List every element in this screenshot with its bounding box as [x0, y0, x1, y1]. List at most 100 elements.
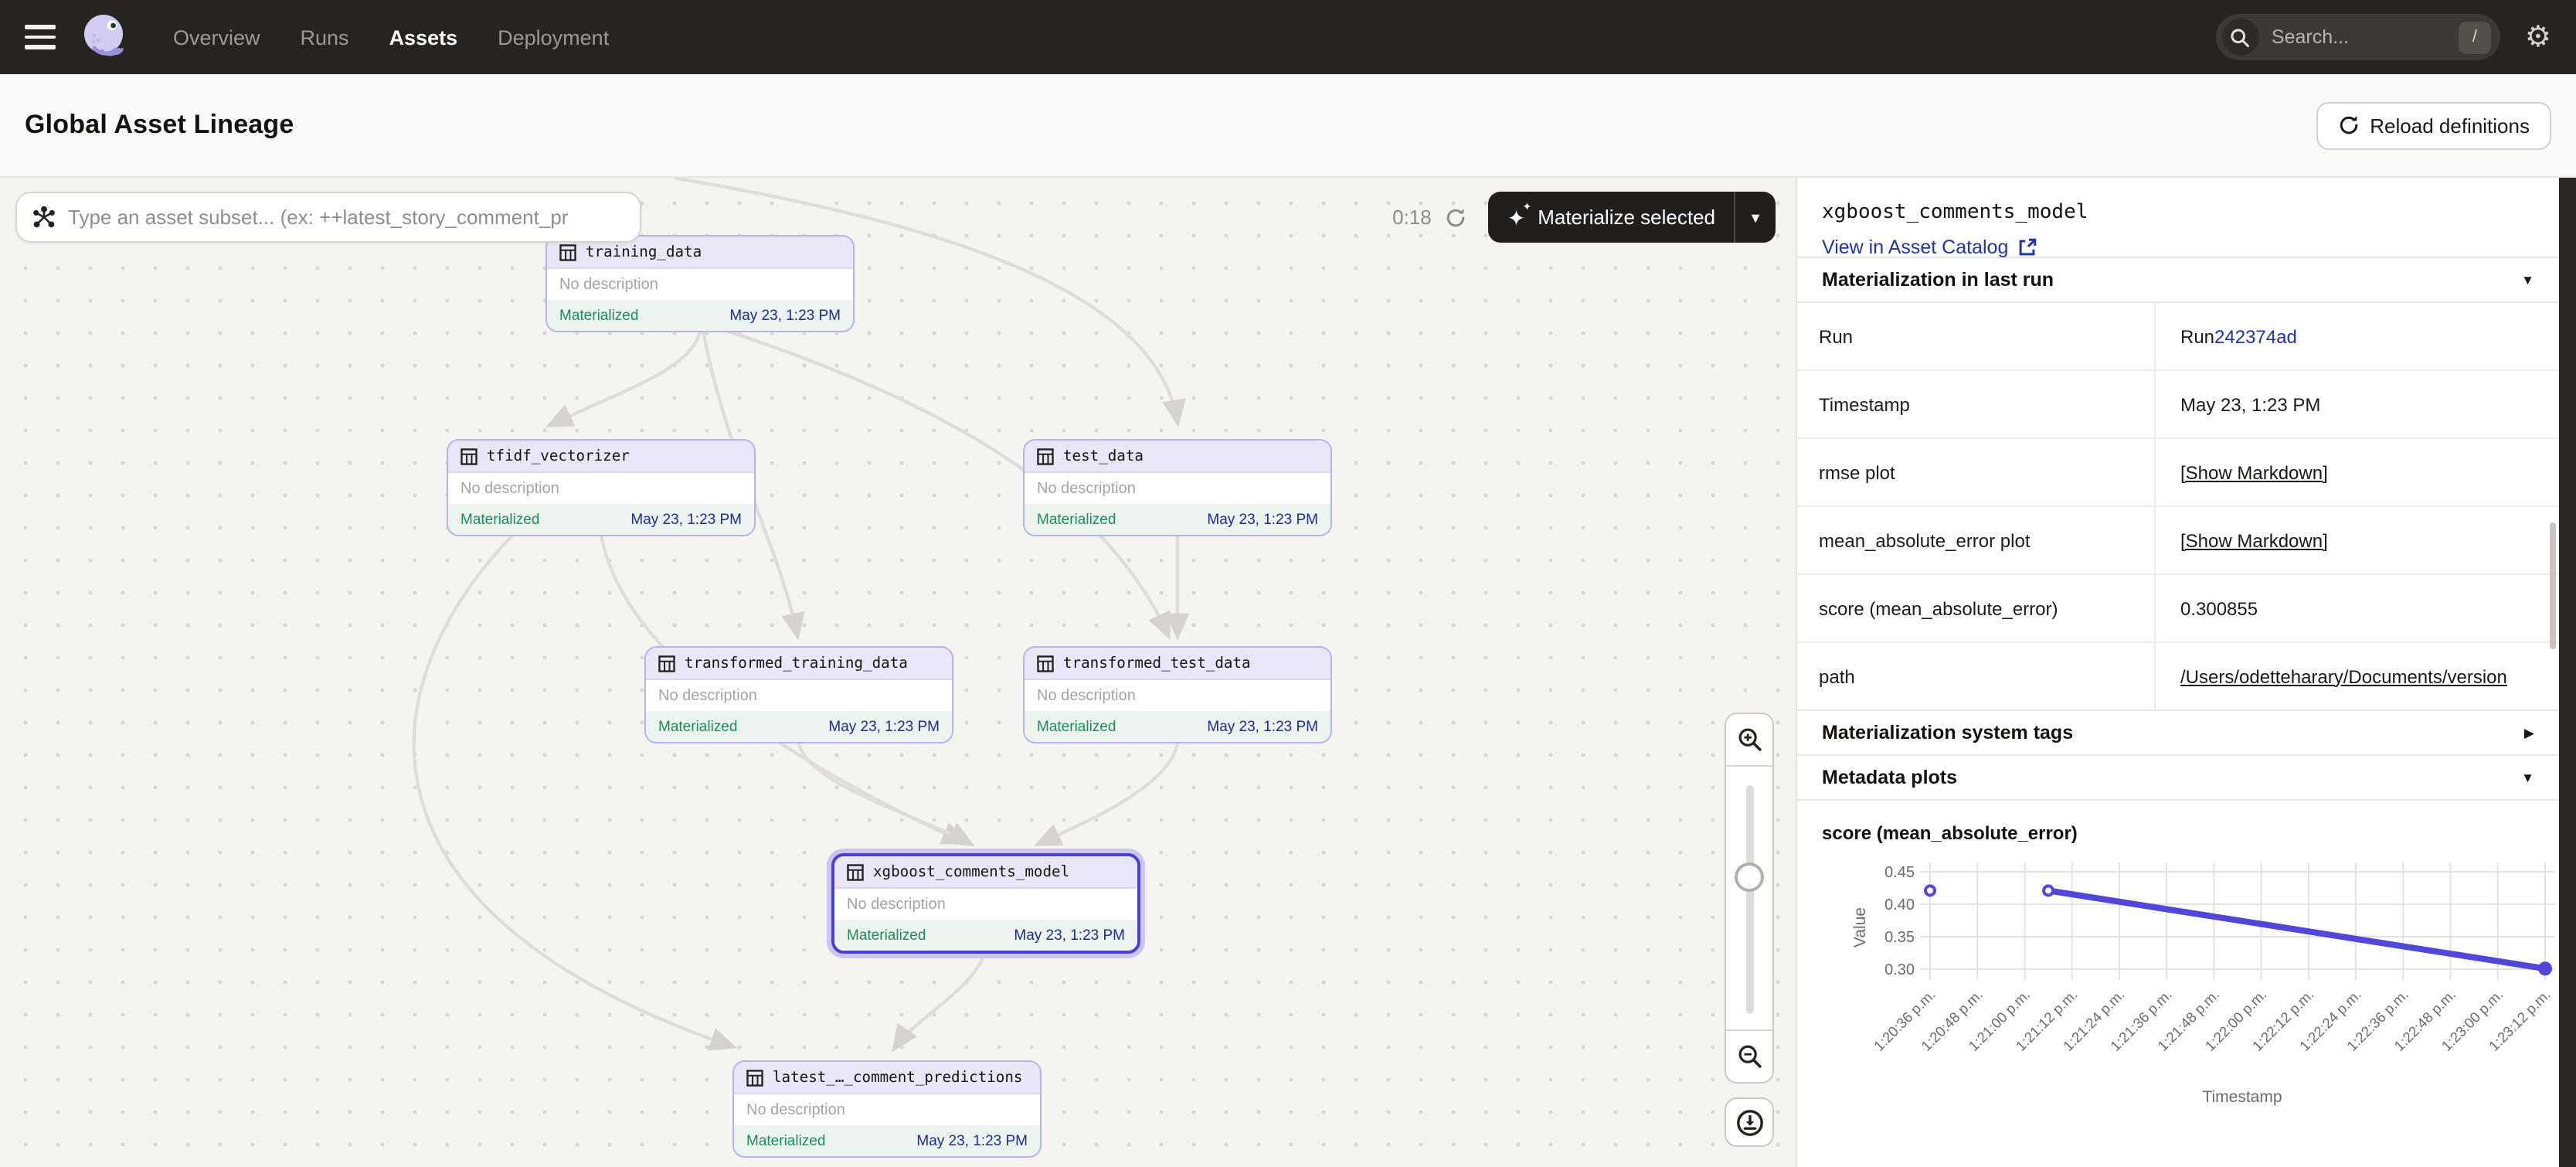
zoom-slider[interactable] [1726, 765, 1772, 1031]
asset-name: xgboost_comments_model [1797, 178, 2559, 224]
table-icon [847, 863, 864, 880]
view-in-asset-catalog-link[interactable]: View in Asset Catalog [1797, 224, 2559, 258]
chart-title: score (mean_absolute_error) [1797, 801, 2559, 850]
asset-node-test_data[interactable]: test_data No description Materialized May 2… [1023, 439, 1332, 536]
run-id-link[interactable]: 242374ad [2214, 325, 2297, 347]
asset-graph-canvas[interactable]: training_data No description Materialized M… [0, 178, 1796, 1167]
metadata-link[interactable]: [Show Markdown] [2180, 461, 2328, 483]
materialized-status: Materialized [1037, 718, 1116, 735]
materialized-status: Materialized [1037, 511, 1116, 528]
asset-node-xgboost_comments_model[interactable]: xgboost_comments_modelNo descriptionMate… [831, 853, 1140, 954]
metadata-row-timestamp: TimestampMay 23, 1:23 PM [1797, 371, 2559, 439]
materialized-status: Materialized [658, 718, 737, 735]
metadata-label: Run [1797, 303, 2156, 369]
zoom-out-button[interactable] [1726, 1031, 1772, 1082]
metadata-value: /Users/odetteharary/Documents/version [2156, 643, 2559, 709]
asset-query-input[interactable]: Type an asset subset... (ex: ++latest_st… [15, 192, 641, 243]
op-selection-icon [32, 206, 56, 229]
metadata-link[interactable]: [Show Markdown] [2180, 529, 2328, 551]
svg-text:Value: Value [1851, 907, 1869, 948]
metadata-row-run: RunRun 242374ad [1797, 303, 2559, 371]
table-icon [460, 447, 477, 464]
asset-node-tfidf_vectorizer[interactable]: tfidf_vectorizer No description Materializ… [447, 439, 756, 536]
refresh-timer-icon[interactable] [1446, 206, 1467, 228]
page-header: Global Asset Lineage Reload definitions [0, 74, 2576, 178]
svg-text:0.45: 0.45 [1884, 864, 1915, 881]
svg-text:0.35: 0.35 [1884, 929, 1915, 946]
asset-node-name: transformed_training_data [685, 655, 908, 672]
asset-details-panel: xgboost_comments_model View in Asset Cat… [1796, 178, 2559, 1167]
chevron-down-icon[interactable]: ▼ [2521, 770, 2534, 785]
materialize-selected-button[interactable]: ✦✦ Materialize selected ▼ [1489, 192, 1776, 243]
metadata-value: Run 242374ad [2156, 303, 2559, 369]
zoom-slider-handle[interactable] [1735, 862, 1764, 892]
nav-item-deployment[interactable]: Deployment [498, 26, 609, 49]
materialized-timestamp[interactable]: May 23, 1:23 PM [1207, 718, 1318, 735]
materialize-dropdown-caret[interactable]: ▼ [1735, 209, 1776, 225]
metadata-row-path: path/Users/odetteharary/Documents/versio… [1797, 643, 2559, 711]
search-shortcut-key: / [2459, 21, 2491, 53]
external-link-icon [2017, 238, 2036, 257]
metadata-row-rmse-plot: rmse plot[Show Markdown] [1797, 439, 2559, 507]
asset-node-name: training_data [586, 243, 702, 260]
reload-definitions-button[interactable]: Reload definitions [2316, 101, 2551, 149]
table-icon [746, 1069, 763, 1086]
section-materialization-in-last-run[interactable]: Materialization in last run ▼ [1797, 257, 2559, 303]
asset-node-description: No description [448, 473, 754, 504]
score-line-chart: 0.450.400.350.301:20:36 p.m.1:20:48 p.m.… [1797, 850, 2559, 1116]
background-window-strip [2559, 178, 2576, 1167]
section-materialization-system-tags[interactable]: Materialization system tags ▶ [1797, 709, 2559, 756]
metadata-value: 0.300855 [2156, 575, 2559, 641]
asset-node-name: xgboost_comments_model [873, 863, 1069, 880]
zoom-out-icon [1736, 1043, 1762, 1070]
asset-node-latest__comment_predictions[interactable]: latest_…_comment_predictions No descripti… [732, 1060, 1042, 1158]
download-graph-button[interactable] [1725, 1097, 1774, 1147]
metadata-label: mean_absolute_error plot [1797, 507, 2156, 573]
asset-node-transformed_test_data[interactable]: transformed_test_data No description Mater… [1023, 646, 1332, 743]
nav-item-assets[interactable]: Assets [389, 26, 458, 49]
asset-node-name: latest_…_comment_predictions [773, 1069, 1022, 1086]
chevron-down-icon[interactable]: ▼ [2521, 272, 2534, 287]
graph-toolbar: Type an asset subset... (ex: ++latest_st… [15, 192, 1776, 243]
nav-item-runs[interactable]: Runs [301, 26, 349, 49]
elapsed-timer: 0:18 [1392, 206, 1467, 229]
materialized-status: Materialized [559, 307, 638, 324]
materialized-timestamp[interactable]: May 23, 1:23 PM [916, 1132, 1028, 1149]
refresh-icon [2337, 114, 2359, 136]
zoom-in-button[interactable] [1726, 714, 1772, 765]
gear-icon[interactable]: ⚙ [2525, 22, 2551, 52]
materialized-status: Materialized [460, 511, 539, 528]
asset-node-transformed_training_data[interactable]: transformed_training_dataNo descriptionM… [644, 646, 953, 743]
metadata-link[interactable]: /Users/odetteharary/Documents/version [2180, 665, 2507, 687]
nav-item-overview[interactable]: Overview [173, 26, 260, 49]
asset-node-description: No description [1025, 473, 1330, 504]
download-icon [1735, 1107, 1764, 1137]
chevron-right-icon[interactable]: ▶ [2524, 724, 2534, 741]
materialized-timestamp[interactable]: May 23, 1:23 PM [1014, 927, 1125, 944]
asset-node-name: test_data [1063, 447, 1144, 464]
page-title: Global Asset Lineage [25, 110, 294, 141]
asset-node-description: No description [734, 1094, 1040, 1125]
table-icon [1037, 655, 1054, 672]
materialized-status: Materialized [847, 927, 926, 944]
svg-text:Timestamp: Timestamp [2202, 1088, 2282, 1106]
metadata-row-mean-absolute-error-plot: mean_absolute_error plot [Show Markdown] [1797, 507, 2559, 575]
svg-text:0.30: 0.30 [1884, 961, 1915, 978]
asset-node-description: No description [1025, 680, 1330, 711]
zoom-in-icon [1736, 726, 1762, 753]
materialized-timestamp[interactable]: May 23, 1:23 PM [729, 307, 841, 324]
svg-text:0.40: 0.40 [1884, 897, 1915, 914]
graph-zoom-controls [1725, 713, 1774, 1084]
top-nav: Overview Runs Assets Deployment Search... /… [0, 0, 2576, 74]
dagster-logo[interactable] [77, 9, 133, 65]
asset-node-name: transformed_test_data [1063, 655, 1251, 672]
materialized-timestamp[interactable]: May 23, 1:23 PM [1207, 511, 1318, 528]
menu-icon[interactable] [25, 25, 56, 49]
materialized-timestamp[interactable]: May 23, 1:23 PM [828, 718, 940, 735]
panel-scrollbar-thumb[interactable] [2550, 522, 2556, 649]
section-metadata-plots[interactable]: Metadata plots ▼ [1797, 754, 2559, 801]
asset-node-name: tfidf_vectorizer [487, 447, 630, 464]
asset-node-training_data[interactable]: training_dataNo descriptionMaterializedM… [545, 235, 855, 332]
materialized-timestamp[interactable]: May 23, 1:23 PM [630, 511, 742, 528]
search-input[interactable]: Search... / [2216, 14, 2500, 60]
